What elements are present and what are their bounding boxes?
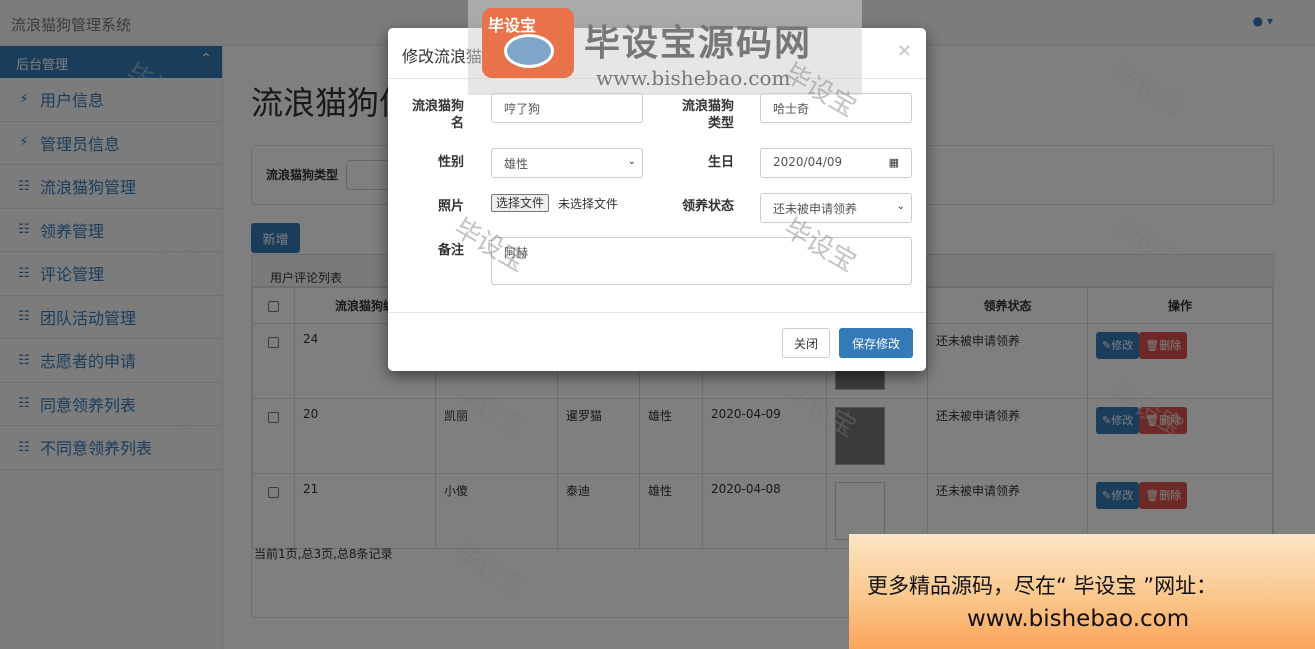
promo-banner: 更多精品源码，尽在“ 毕设宝 ”网址： www.bishebao.com xyxy=(849,534,1315,649)
chevron-down-icon: ⌄ xyxy=(627,156,636,167)
photo-label: 照片 xyxy=(437,199,464,214)
promo-line-2: www.bishebao.com xyxy=(967,606,1190,632)
birthday-label: 生日 xyxy=(707,155,734,170)
logo-badge-text: 毕设宝 xyxy=(488,16,537,35)
watermark-logo: 毕设宝 毕设宝源码网 www.bishebao.com xyxy=(468,0,862,95)
close-button[interactable]: 关闭 xyxy=(782,328,830,358)
calendar-icon[interactable]: ▦ xyxy=(889,156,899,169)
modal-footer: 关闭 保存修改 xyxy=(388,312,926,371)
remark-label: 备注 xyxy=(437,243,464,258)
type-label: 流浪猫狗类型 xyxy=(681,99,734,131)
logo-text: 毕设宝源码网 xyxy=(584,23,813,64)
sex-label: 性别 xyxy=(437,155,464,170)
birthday-input[interactable]: 2020/04/09 ▦ xyxy=(760,148,912,178)
adopt-status-select[interactable]: 还未被申请领养 ⌄ xyxy=(760,193,912,223)
logo-url: www.bishebao.com xyxy=(596,66,791,90)
promo-line-1: 更多精品源码，尽在“ 毕设宝 ”网址： xyxy=(867,574,1218,598)
name-input[interactable]: 哼了狗 xyxy=(491,93,643,123)
remark-textarea[interactable]: 阿赫 xyxy=(491,237,912,285)
sex-select[interactable]: 雄性 ⌄ xyxy=(491,148,643,178)
chevron-down-icon: ⌄ xyxy=(896,201,905,212)
name-label: 流浪猫狗名 xyxy=(411,99,464,131)
adopt-status-label: 领养状态 xyxy=(681,199,734,214)
save-button[interactable]: 保存修改 xyxy=(839,328,913,358)
close-icon[interactable]: × xyxy=(897,40,912,61)
type-input[interactable]: 哈士奇 xyxy=(760,93,912,123)
logo-eye-icon xyxy=(504,34,554,68)
file-status: 未选择文件 xyxy=(558,197,619,211)
choose-file-button[interactable]: 选择文件 xyxy=(491,194,550,212)
